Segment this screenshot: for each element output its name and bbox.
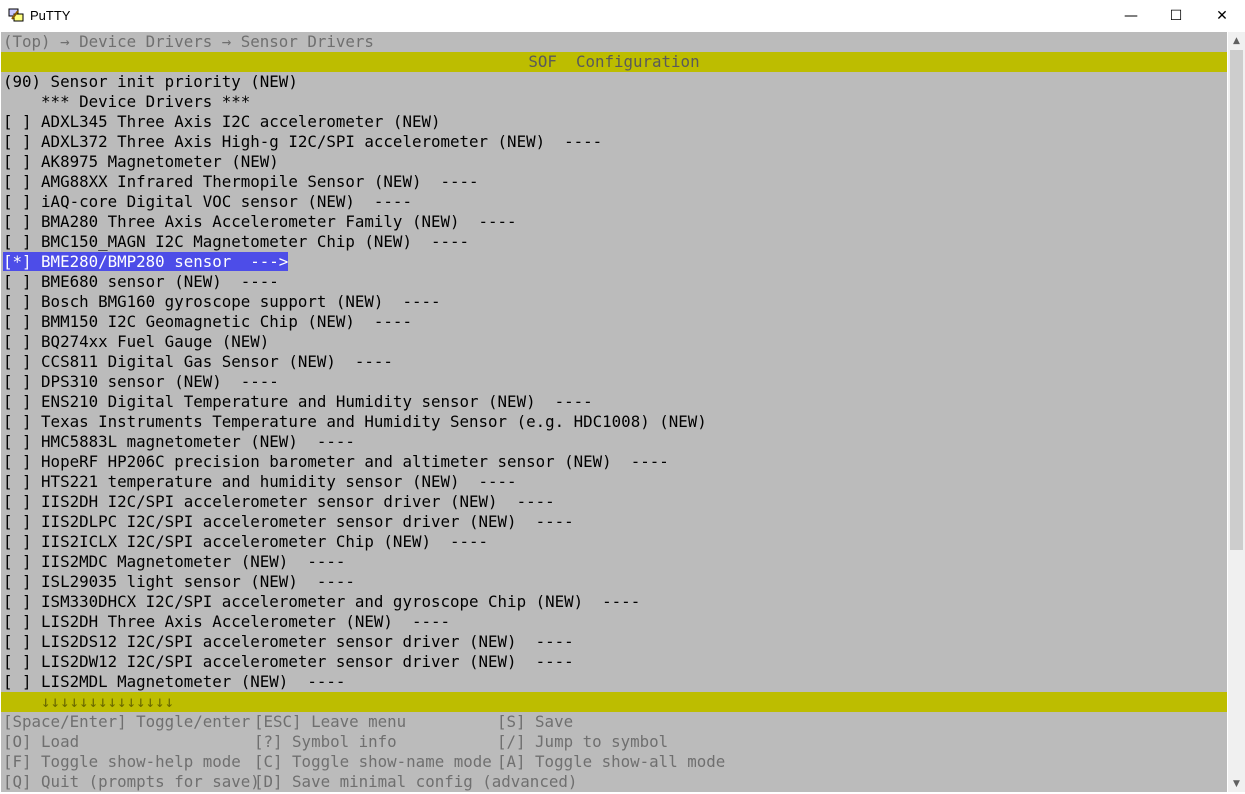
close-icon: ✕ [1216,7,1228,24]
menu-item[interactable]: [ ] HopeRF HP206C precision barometer an… [1,452,1227,472]
maximize-button[interactable]: ☐ [1153,0,1199,31]
menu-item[interactable]: [ ] LIS2DS12 I2C/SPI accelerometer senso… [1,632,1227,652]
menu-item[interactable]: [ ] AK8975 Magnetometer (NEW) [1,152,1227,172]
help-save-minimal: [D] Save minimal config (advanced) [254,772,578,791]
menu-item[interactable]: [ ] BMA280 Three Axis Accelerometer Fami… [1,212,1227,232]
menu-item[interactable]: [ ] ISL29035 light sensor (NEW) ---- [1,572,1227,592]
menu-item[interactable]: [ ] AMG88XX Infrared Thermopile Sensor (… [1,172,1227,192]
help-load: [O] Load [3,732,80,751]
menu-item[interactable]: [ ] LIS2DW12 I2C/SPI accelerometer senso… [1,652,1227,672]
menu-item[interactable]: [ ] LIS2MDL Magnetometer (NEW) ---- [1,672,1227,692]
more-items-indicator: ↓↓↓↓↓↓↓↓↓↓↓↓↓↓ [1,692,1227,712]
help-esc: [ESC] Leave menu [254,712,407,731]
help-show-all: [A] Toggle show-all mode [497,752,726,771]
putty-app-icon[interactable] [8,7,24,23]
scroll-down-icon[interactable]: ▼ [1228,775,1245,792]
terminal-area[interactable]: (Top) → Device Drivers → Sensor Drivers … [1,32,1227,792]
menu-item[interactable]: [ ] ENS210 Digital Temperature and Humid… [1,392,1227,412]
menu-item[interactable]: [ ] CCS811 Digital Gas Sensor (NEW) ---- [1,352,1227,372]
menu-item-selected[interactable]: [*] BME280/BMP280 sensor ---> [1,252,1227,272]
breadcrumb: (Top) → Device Drivers → Sensor Drivers [3,32,374,51]
menu-item[interactable]: [ ] ISM330DHCX I2C/SPI accelerometer and… [1,592,1227,612]
menu-item[interactable]: [ ] Texas Instruments Temperature and Hu… [1,412,1227,432]
menu-item[interactable]: *** Device Drivers *** [1,92,1227,112]
close-button[interactable]: ✕ [1199,0,1245,31]
help-save: [S] Save [497,712,574,731]
menu-item[interactable]: [ ] BME680 sensor (NEW) ---- [1,272,1227,292]
vertical-scrollbar[interactable]: ▲ ▼ [1228,32,1245,792]
help-space-enter: [Space/Enter] Toggle/enter [3,712,251,731]
menu-item[interactable]: [ ] IIS2DH I2C/SPI accelerometer sensor … [1,492,1227,512]
menu-title-bar: SOF Configuration [1,52,1227,72]
maximize-icon: ☐ [1169,7,1183,24]
help-show-name: [C] Toggle show-name mode [254,752,492,771]
minimize-button[interactable]: — [1108,0,1154,31]
menu-item[interactable]: [ ] HMC5883L magnetometer (NEW) ---- [1,432,1227,452]
minimize-icon: — [1124,7,1138,24]
menu-item[interactable]: [ ] LIS2DH Three Axis Accelerometer (NEW… [1,612,1227,632]
menu-item[interactable]: [ ] IIS2DLPC I2C/SPI accelerometer senso… [1,512,1227,532]
help-quit: [Q] Quit (prompts for save) [3,772,260,791]
menu-item[interactable]: [ ] ADXL345 Three Axis I2C accelerometer… [1,112,1227,132]
menu-item[interactable]: [ ] BQ274xx Fuel Gauge (NEW) [1,332,1227,352]
help-jump: [/] Jump to symbol [497,732,669,751]
window-titlebar[interactable]: PuTTY — ☐ ✕ [0,0,1245,31]
menu-item[interactable]: [ ] HTS221 temperature and humidity sens… [1,472,1227,492]
menu-item[interactable]: [ ] iAQ-core Digital VOC sensor (NEW) --… [1,192,1227,212]
menu-item[interactable]: [ ] IIS2ICLX I2C/SPI accelerometer Chip … [1,532,1227,552]
scrollbar-thumb[interactable] [1230,50,1243,550]
help-symbol-info: [?] Symbol info [254,732,397,751]
window-title: PuTTY [30,8,71,23]
menu-item[interactable]: (90) Sensor init priority (NEW) [1,72,1227,92]
menu-item[interactable]: [ ] BMM150 I2C Geomagnetic Chip (NEW) --… [1,312,1227,332]
menu-item[interactable]: [ ] BMC150_MAGN I2C Magnetometer Chip (N… [1,232,1227,252]
scroll-up-icon[interactable]: ▲ [1228,32,1245,49]
menu-item[interactable]: [ ] DPS310 sensor (NEW) ---- [1,372,1227,392]
menu-item[interactable]: [ ] IIS2MDC Magnetometer (NEW) ---- [1,552,1227,572]
menu-item[interactable]: [ ] Bosch BMG160 gyroscope support (NEW)… [1,292,1227,312]
help-show-help: [F] Toggle show-help mode [3,752,241,771]
menu-item-highlight: [*] BME280/BMP280 sensor ---> [3,252,289,271]
menu-item[interactable]: [ ] ADXL372 Three Axis High-g I2C/SPI ac… [1,132,1227,152]
